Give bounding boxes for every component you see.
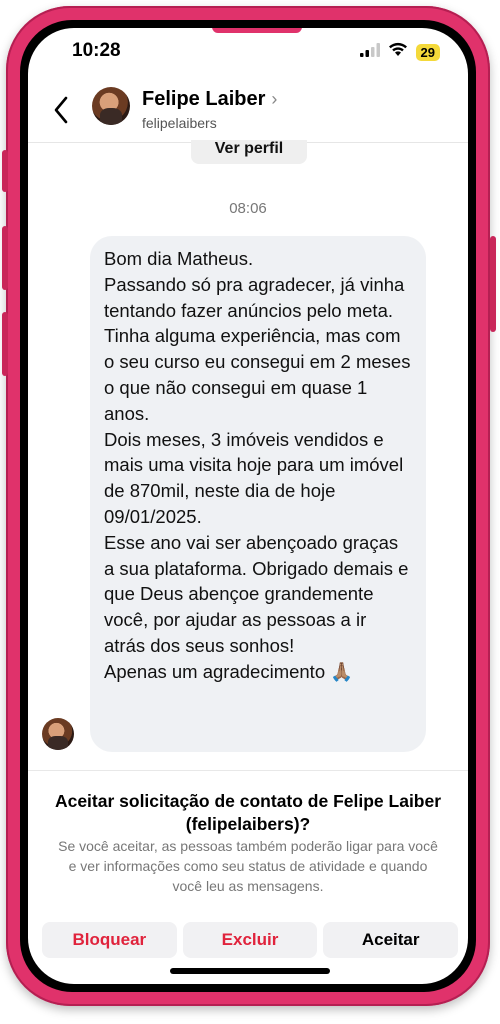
divider [28, 770, 468, 771]
accept-button[interactable]: Aceitar [323, 922, 459, 958]
block-button[interactable]: Bloquear [42, 922, 177, 958]
contact-name: Felipe Laiber [142, 88, 266, 110]
request-actions: Bloquear Excluir Aceitar [42, 922, 459, 958]
chevron-right-icon: › [271, 89, 278, 109]
contact-handle: felipelaibers [142, 115, 217, 131]
contact-avatar[interactable] [92, 87, 130, 125]
top-speaker [212, 28, 302, 33]
message-bubble: Bom dia Matheus. Passando só pra agradec… [90, 236, 426, 752]
message-paragraph: Passando só pra agradecer, já vinha tent… [104, 273, 411, 424]
delete-button[interactable]: Excluir [182, 922, 318, 958]
back-button[interactable] [48, 90, 78, 130]
wifi-icon [388, 42, 408, 62]
message-paragraph: Apenas um agradecimento 🙏🏽 [104, 660, 354, 682]
chat-header: Felipe Laiber › felipelaibers [28, 80, 468, 143]
request-title: Aceitar solicitação de contato de Felipe… [54, 791, 442, 834]
status-icons: 29 [359, 42, 440, 62]
message-paragraph: Esse ano vai ser abençoado graças a sua … [104, 531, 409, 656]
request-description: Se você aceitar, as pessoas também poder… [58, 838, 438, 894]
volume-up-button [2, 226, 8, 290]
phone-screen: 10:28 29 Felipe Laiber › felipelaibers V… [28, 28, 468, 984]
volume-down-button [2, 312, 8, 376]
back-arrow-icon [54, 96, 68, 124]
message-paragraph: Bom dia Matheus. [104, 248, 254, 269]
view-profile-button[interactable]: Ver perfil [191, 140, 307, 164]
power-button [490, 236, 496, 332]
home-indicator[interactable] [170, 968, 330, 974]
message-timestamp: 08:06 [229, 200, 267, 217]
silent-switch [2, 150, 8, 192]
message-paragraph: Dois meses, 3 imóveis vendidos e mais um… [104, 428, 404, 527]
contact-name-link[interactable]: Felipe Laiber › [142, 88, 277, 111]
battery-icon: 29 [415, 43, 440, 61]
cellular-signal-icon [359, 42, 380, 62]
sender-avatar [42, 718, 74, 750]
status-time: 10:28 [72, 40, 121, 61]
